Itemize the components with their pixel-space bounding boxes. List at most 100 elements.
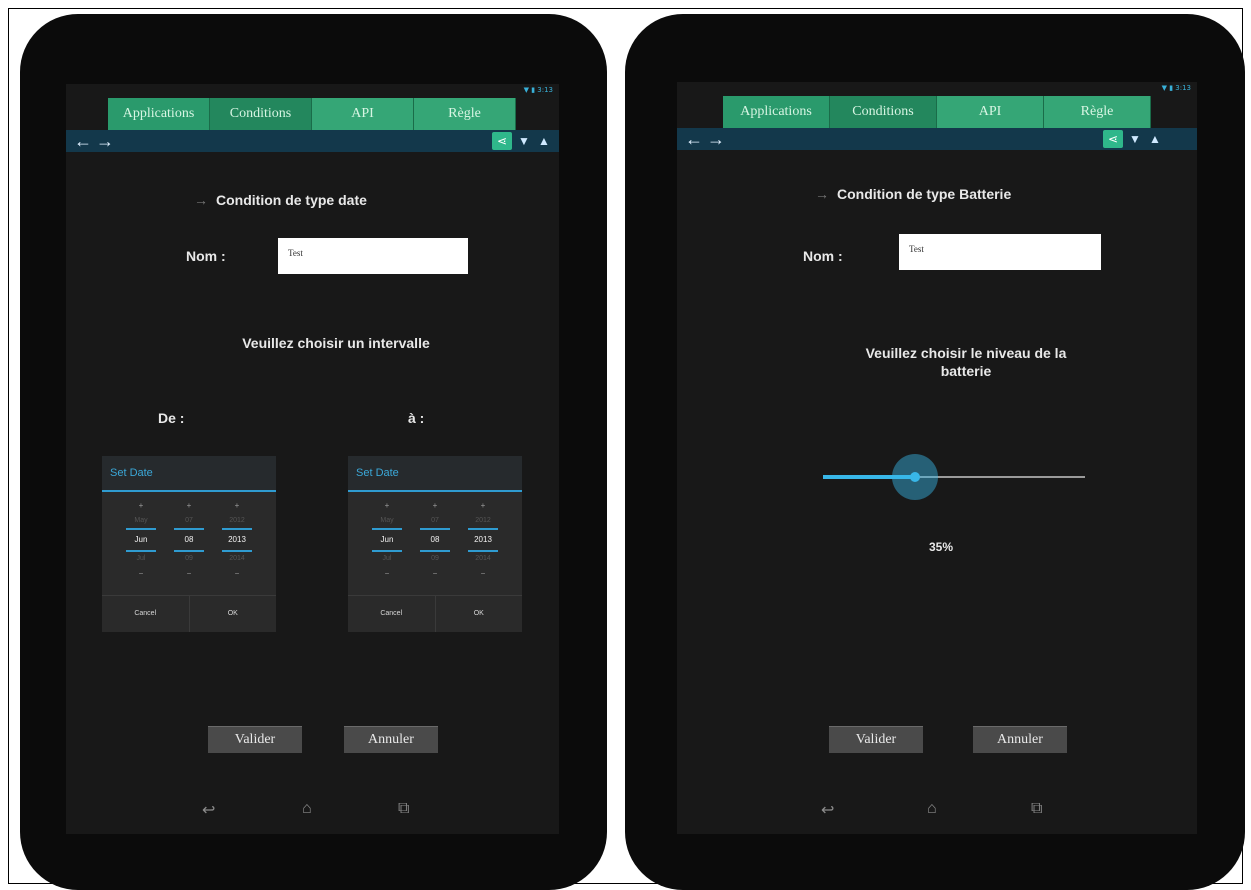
year-selected[interactable]: 2013 [468,528,498,552]
nav-back-icon[interactable]: ↩ [821,800,834,820]
day-prev: 07 [185,517,193,524]
day-column[interactable]: + 07 08 09 − [420,498,450,582]
tab-regle[interactable]: Règle [414,98,516,130]
battery-slider-thumb[interactable] [909,472,920,482]
thumb-up-icon[interactable]: ▲ [538,132,550,150]
month-selected[interactable]: Jun [372,528,402,552]
status-bar: ▼ ▮ 3:13 [523,86,553,94]
month-prev: May [380,517,394,524]
back-arrow-icon[interactable]: ← [74,130,92,152]
decrement-icon[interactable]: − [126,566,156,582]
year-prev: 2012 [229,517,245,524]
battery-prompt-line2: batterie [940,363,992,379]
increment-icon[interactable]: + [174,498,204,514]
day-selected[interactable]: 08 [420,528,450,552]
name-input[interactable]: Test [278,238,468,274]
decrement-icon[interactable]: − [420,566,450,582]
page-title-text: Condition de type date [216,192,367,208]
page-title: → Condition de type Batterie [815,186,1011,202]
cancel-button[interactable]: Annuler [973,726,1067,753]
tablet-right: ▼ ▮ 3:13 Applications Conditions API Règ… [625,14,1245,890]
thumb-down-icon[interactable]: ▼ [518,132,530,150]
cancel-button[interactable]: Annuler [344,726,438,753]
status-bar: ▼ ▮ 3:13 [1161,84,1191,92]
validate-button[interactable]: Valider [829,726,923,753]
title-arrow-icon: → [194,192,208,208]
forward-arrow-icon[interactable]: → [707,128,725,150]
page-title: → Condition de type date [194,192,367,208]
month-column[interactable]: + May Jun Jul − [126,498,156,582]
name-label: Nom : [186,248,226,264]
system-nav-bar: ↩ ⌂ ⧉ [677,788,1197,834]
month-selected[interactable]: Jun [126,528,156,552]
nav-back-icon[interactable]: ↩ [202,800,215,820]
decrement-icon[interactable]: − [222,566,252,582]
year-column[interactable]: + 2012 2013 2014 − [222,498,252,582]
day-selected[interactable]: 08 [174,528,204,552]
picker-ok-button[interactable]: OK [436,596,523,632]
back-arrow-icon[interactable]: ← [685,128,703,150]
day-column[interactable]: + 07 08 09 − [174,498,204,582]
share-icon[interactable]: ⋖ [1103,130,1123,148]
action-bar: ← → ⋖ ▼ ▲ [66,130,559,152]
year-selected[interactable]: 2013 [222,528,252,552]
to-label: à : [408,410,425,426]
picker-cancel-button[interactable]: Cancel [102,596,190,632]
month-column[interactable]: + May Jun Jul − [372,498,402,582]
tab-bar: Applications Conditions API Règle [108,98,516,130]
increment-icon[interactable]: + [222,498,252,514]
day-prev: 07 [431,517,439,524]
nav-home-icon[interactable]: ⌂ [302,800,312,818]
tab-regle[interactable]: Règle [1044,96,1151,128]
day-next: 09 [185,555,193,562]
nav-recents-icon[interactable]: ⧉ [398,800,409,818]
date-picker-actions: Cancel OK [102,595,276,632]
date-picker-title: Set Date [102,456,276,492]
interval-prompt: Veuillez choisir un intervalle [242,335,430,351]
tablet-left: ▼ ▮ 3:13 Applications Conditions API Règ… [20,14,607,890]
month-next: Jul [136,555,146,562]
year-column[interactable]: + 2012 2013 2014 − [468,498,498,582]
tab-api[interactable]: API [937,96,1044,128]
validate-button[interactable]: Valider [208,726,302,753]
page-title-text: Condition de type Batterie [837,186,1012,202]
nav-recents-icon[interactable]: ⧉ [1031,800,1042,818]
picker-cancel-button[interactable]: Cancel [348,596,436,632]
thumb-down-icon[interactable]: ▼ [1129,130,1141,148]
nav-home-icon[interactable]: ⌂ [927,800,937,818]
thumb-up-icon[interactable]: ▲ [1149,130,1161,148]
year-next: 2014 [229,555,245,562]
share-icon[interactable]: ⋖ [492,132,512,150]
action-bar: ← → ⋖ ▼ ▲ [677,128,1197,150]
decrement-icon[interactable]: − [372,566,402,582]
name-input[interactable]: Test [899,234,1101,270]
increment-icon[interactable]: + [372,498,402,514]
tab-api[interactable]: API [312,98,414,130]
tab-bar: Applications Conditions API Règle [723,96,1151,128]
month-next: Jul [382,555,392,562]
increment-icon[interactable]: + [468,498,498,514]
tab-applications[interactable]: Applications [108,98,210,130]
date-picker-to: Set Date + May Jun Jul − + 07 08 09 − + … [348,456,522,632]
increment-icon[interactable]: + [420,498,450,514]
system-nav-bar: ↩ ⌂ ⧉ [66,788,559,834]
date-picker-from: Set Date + May Jun Jul − + 07 08 09 − + … [102,456,276,632]
date-picker-actions: Cancel OK [348,595,522,632]
date-picker-columns: + May Jun Jul − + 07 08 09 − + 2012 2013 [102,492,276,596]
tab-applications[interactable]: Applications [723,96,830,128]
battery-percent: 35% [929,540,954,554]
battery-prompt: Veuillez choisir le niveau de la batteri… [831,344,1101,380]
month-prev: May [134,517,148,524]
forward-arrow-icon[interactable]: → [96,130,114,152]
increment-icon[interactable]: + [126,498,156,514]
tab-conditions[interactable]: Conditions [830,96,937,128]
battery-prompt-line1: Veuillez choisir le niveau de la [865,345,1067,361]
year-prev: 2012 [475,517,491,524]
decrement-icon[interactable]: − [174,566,204,582]
year-next: 2014 [475,555,491,562]
picker-ok-button[interactable]: OK [190,596,277,632]
decrement-icon[interactable]: − [468,566,498,582]
from-label: De : [158,410,185,426]
tab-conditions[interactable]: Conditions [210,98,312,130]
screen-date-condition: ▼ ▮ 3:13 Applications Conditions API Règ… [66,84,559,834]
